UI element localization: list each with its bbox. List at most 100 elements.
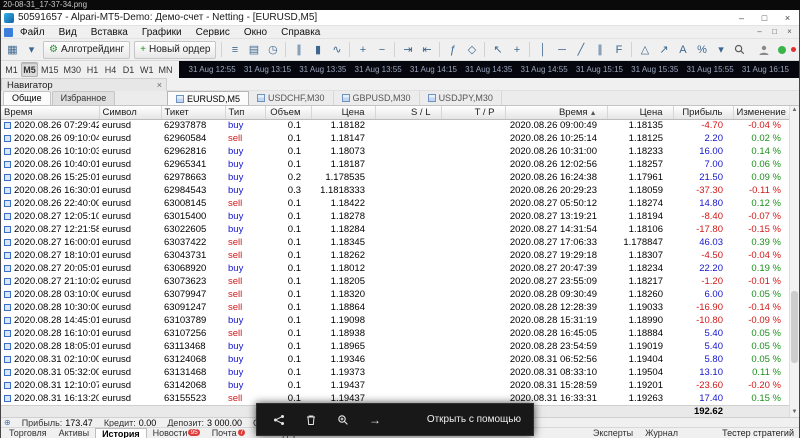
table-row[interactable]: 2020.08.27 12:05:10eurusd63015400buy0.11… bbox=[1, 210, 791, 223]
trendline-icon[interactable]: ╱ bbox=[571, 41, 590, 59]
chart-tab[interactable]: GBPUSD,M30 bbox=[334, 91, 420, 105]
strategy-tester-icon[interactable]: ◷ bbox=[263, 41, 282, 59]
minimize-button[interactable]: – bbox=[730, 10, 753, 26]
navigator-caption[interactable]: Навигатор × bbox=[1, 78, 167, 91]
toolbox-tab[interactable]: Активы bbox=[53, 428, 95, 438]
chart-window-icon[interactable] bbox=[4, 28, 13, 37]
toolbox-tab[interactable]: Новости95 bbox=[147, 428, 206, 438]
share-icon[interactable] bbox=[263, 414, 295, 426]
table-row[interactable]: 2020.08.26 22:40:00eurusd63008145sell0.1… bbox=[1, 197, 791, 210]
toolbox-tab[interactable]: Журнал bbox=[639, 428, 684, 438]
objects-list-icon[interactable]: ◇ bbox=[462, 41, 481, 59]
equidistant-channel-icon[interactable]: ∥ bbox=[590, 41, 609, 59]
menu-item[interactable]: Вставка bbox=[84, 26, 135, 39]
table-row[interactable]: 2020.08.27 12:21:58eurusd63022605buy0.11… bbox=[1, 223, 791, 236]
scrollbar-thumb[interactable] bbox=[791, 291, 798, 363]
mdi-close-button[interactable]: × bbox=[782, 26, 797, 38]
timeframe-button-m5[interactable]: M5 bbox=[21, 62, 38, 77]
menu-item[interactable]: Сервис bbox=[189, 26, 237, 39]
table-row[interactable]: 2020.08.28 14:45:01eurusd63103789buy0.11… bbox=[1, 314, 791, 327]
table-row[interactable]: 2020.08.28 18:05:01eurusd63113468buy0.11… bbox=[1, 340, 791, 353]
navigator-tab[interactable]: Избранное bbox=[52, 91, 116, 105]
crosshair-icon[interactable]: + bbox=[507, 41, 526, 59]
close-button[interactable]: × bbox=[776, 10, 799, 26]
zoom-in-icon[interactable] bbox=[327, 414, 359, 426]
open-with-button[interactable]: Открыть с помощью bbox=[427, 414, 521, 425]
algo-trading-button[interactable]: ⚙ Алготрейдинг bbox=[43, 41, 130, 59]
column-header[interactable]: Время bbox=[1, 106, 99, 119]
column-header[interactable]: Прибыль bbox=[673, 106, 733, 119]
zoom-in-icon[interactable]: + bbox=[353, 41, 372, 59]
forward-icon[interactable]: → bbox=[359, 413, 391, 427]
table-row[interactable]: 2020.08.26 10:40:01eurusd62965341buy0.11… bbox=[1, 158, 791, 171]
chart-tab[interactable]: EURUSD,M5 bbox=[167, 91, 249, 105]
table-row[interactable]: 2020.08.27 18:10:01eurusd63043731sell0.1… bbox=[1, 249, 791, 262]
column-header[interactable]: S / L bbox=[375, 106, 441, 119]
column-header[interactable]: Изменение bbox=[733, 106, 791, 119]
table-row[interactable]: 2020.08.28 03:10:00eurusd63079947sell0.1… bbox=[1, 288, 791, 301]
zoom-out-icon[interactable]: − bbox=[372, 41, 391, 59]
toolbox-tab[interactable]: Эксперты bbox=[587, 428, 639, 438]
candles-chart-icon[interactable]: ▮ bbox=[308, 41, 327, 59]
scroll-up-icon[interactable]: ▲ bbox=[790, 106, 799, 115]
table-row[interactable]: 2020.08.26 16:30:01eurusd62984543buy0.31… bbox=[1, 184, 791, 197]
column-header[interactable]: Тикет bbox=[161, 106, 225, 119]
table-row[interactable]: 2020.08.26 10:10:03eurusd62962816buy0.11… bbox=[1, 145, 791, 158]
timeframe-button-w1[interactable]: W1 bbox=[138, 62, 156, 77]
mdi-restore-button[interactable]: □ bbox=[767, 26, 782, 38]
cursor-icon[interactable]: ↖ bbox=[488, 41, 507, 59]
table-row[interactable]: 2020.08.26 07:29:42eurusd62937878buy0.11… bbox=[1, 119, 791, 132]
timeframe-button-m15[interactable]: M15 bbox=[39, 62, 61, 77]
new-chart-icon[interactable]: ▦ bbox=[3, 41, 22, 59]
delete-icon[interactable] bbox=[295, 414, 327, 426]
toolbox-tab[interactable]: Торговля bbox=[3, 428, 53, 438]
indicators-icon[interactable]: ƒ bbox=[443, 41, 462, 59]
user-avatar[interactable] bbox=[754, 41, 773, 59]
fibonacci-icon[interactable]: F bbox=[609, 41, 628, 59]
title-bar[interactable]: 50591657 - Alpari-MT5-Demo: Демо-счет - … bbox=[1, 10, 799, 26]
table-row[interactable]: 2020.08.27 16:00:01eurusd63037422sell0.1… bbox=[1, 236, 791, 249]
data-window-icon[interactable]: ▤ bbox=[244, 41, 263, 59]
table-row[interactable]: 2020.08.31 12:10:07eurusd63142068buy0.11… bbox=[1, 379, 791, 392]
timeframe-button-m1[interactable]: M1 bbox=[3, 62, 20, 77]
shapes-icon[interactable]: △ bbox=[635, 41, 654, 59]
chart-tab[interactable]: USDCHF,M30 bbox=[249, 91, 334, 105]
chart-tab[interactable]: USDJPY,M30 bbox=[420, 91, 502, 105]
column-header[interactable]: Объем bbox=[265, 106, 311, 119]
table-row[interactable]: 2020.08.27 20:05:01eurusd63068920buy0.11… bbox=[1, 262, 791, 275]
column-header[interactable]: Цена bbox=[607, 106, 673, 119]
menu-item[interactable]: Вид bbox=[52, 26, 84, 39]
timeframe-button-h1[interactable]: H1 bbox=[84, 62, 101, 77]
column-header[interactable]: T / P bbox=[441, 106, 505, 119]
toolbox-tab[interactable]: Почта7 bbox=[206, 428, 252, 438]
chart-profiles-icon[interactable]: ▾ bbox=[22, 41, 41, 59]
table-row[interactable]: 2020.08.26 15:25:01eurusd62978663buy0.21… bbox=[1, 171, 791, 184]
maximize-button[interactable]: □ bbox=[753, 10, 776, 26]
arrows-icon[interactable]: ↗ bbox=[654, 41, 673, 59]
mdi-minimize-button[interactable]: – bbox=[752, 26, 767, 38]
table-row[interactable]: 2020.08.28 10:30:00eurusd63091247sell0.1… bbox=[1, 301, 791, 314]
scroll-down-icon[interactable]: ▼ bbox=[790, 408, 799, 417]
table-row[interactable]: 2020.08.26 09:10:04eurusd62960584sell0.1… bbox=[1, 132, 791, 145]
column-header[interactable]: Символ bbox=[99, 106, 161, 119]
table-row[interactable]: 2020.08.31 05:32:00eurusd63131468buy0.11… bbox=[1, 366, 791, 379]
timeframe-button-m30[interactable]: M30 bbox=[62, 62, 84, 77]
dropdown-caret-icon[interactable]: ▾ bbox=[711, 41, 730, 59]
bars-chart-icon[interactable]: ∥ bbox=[289, 41, 308, 59]
percent-menu-icon[interactable]: % bbox=[692, 41, 711, 59]
menu-item[interactable]: Файл bbox=[13, 26, 52, 39]
search-icon[interactable] bbox=[730, 41, 749, 59]
menu-item[interactable]: Справка bbox=[274, 26, 327, 39]
timeframe-button-d1[interactable]: D1 bbox=[120, 62, 137, 77]
menu-item[interactable]: Графики bbox=[135, 26, 189, 39]
navigator-tab[interactable]: Общие bbox=[3, 91, 51, 105]
vertical-scrollbar[interactable]: ▲ ▼ bbox=[789, 106, 799, 417]
auto-scroll-icon[interactable]: ⇥ bbox=[398, 41, 417, 59]
strategy-tester-tab[interactable]: Тестер стратегий bbox=[722, 428, 794, 438]
table-row[interactable]: 2020.08.28 16:10:01eurusd63107256sell0.1… bbox=[1, 327, 791, 340]
table-row[interactable]: 2020.08.27 21:10:02eurusd63073623sell0.1… bbox=[1, 275, 791, 288]
menu-item[interactable]: Окно bbox=[237, 26, 274, 39]
text-label-icon[interactable]: A bbox=[673, 41, 692, 59]
chart-shift-icon[interactable]: ⇤ bbox=[417, 41, 436, 59]
vertical-line-icon[interactable]: │ bbox=[533, 41, 552, 59]
